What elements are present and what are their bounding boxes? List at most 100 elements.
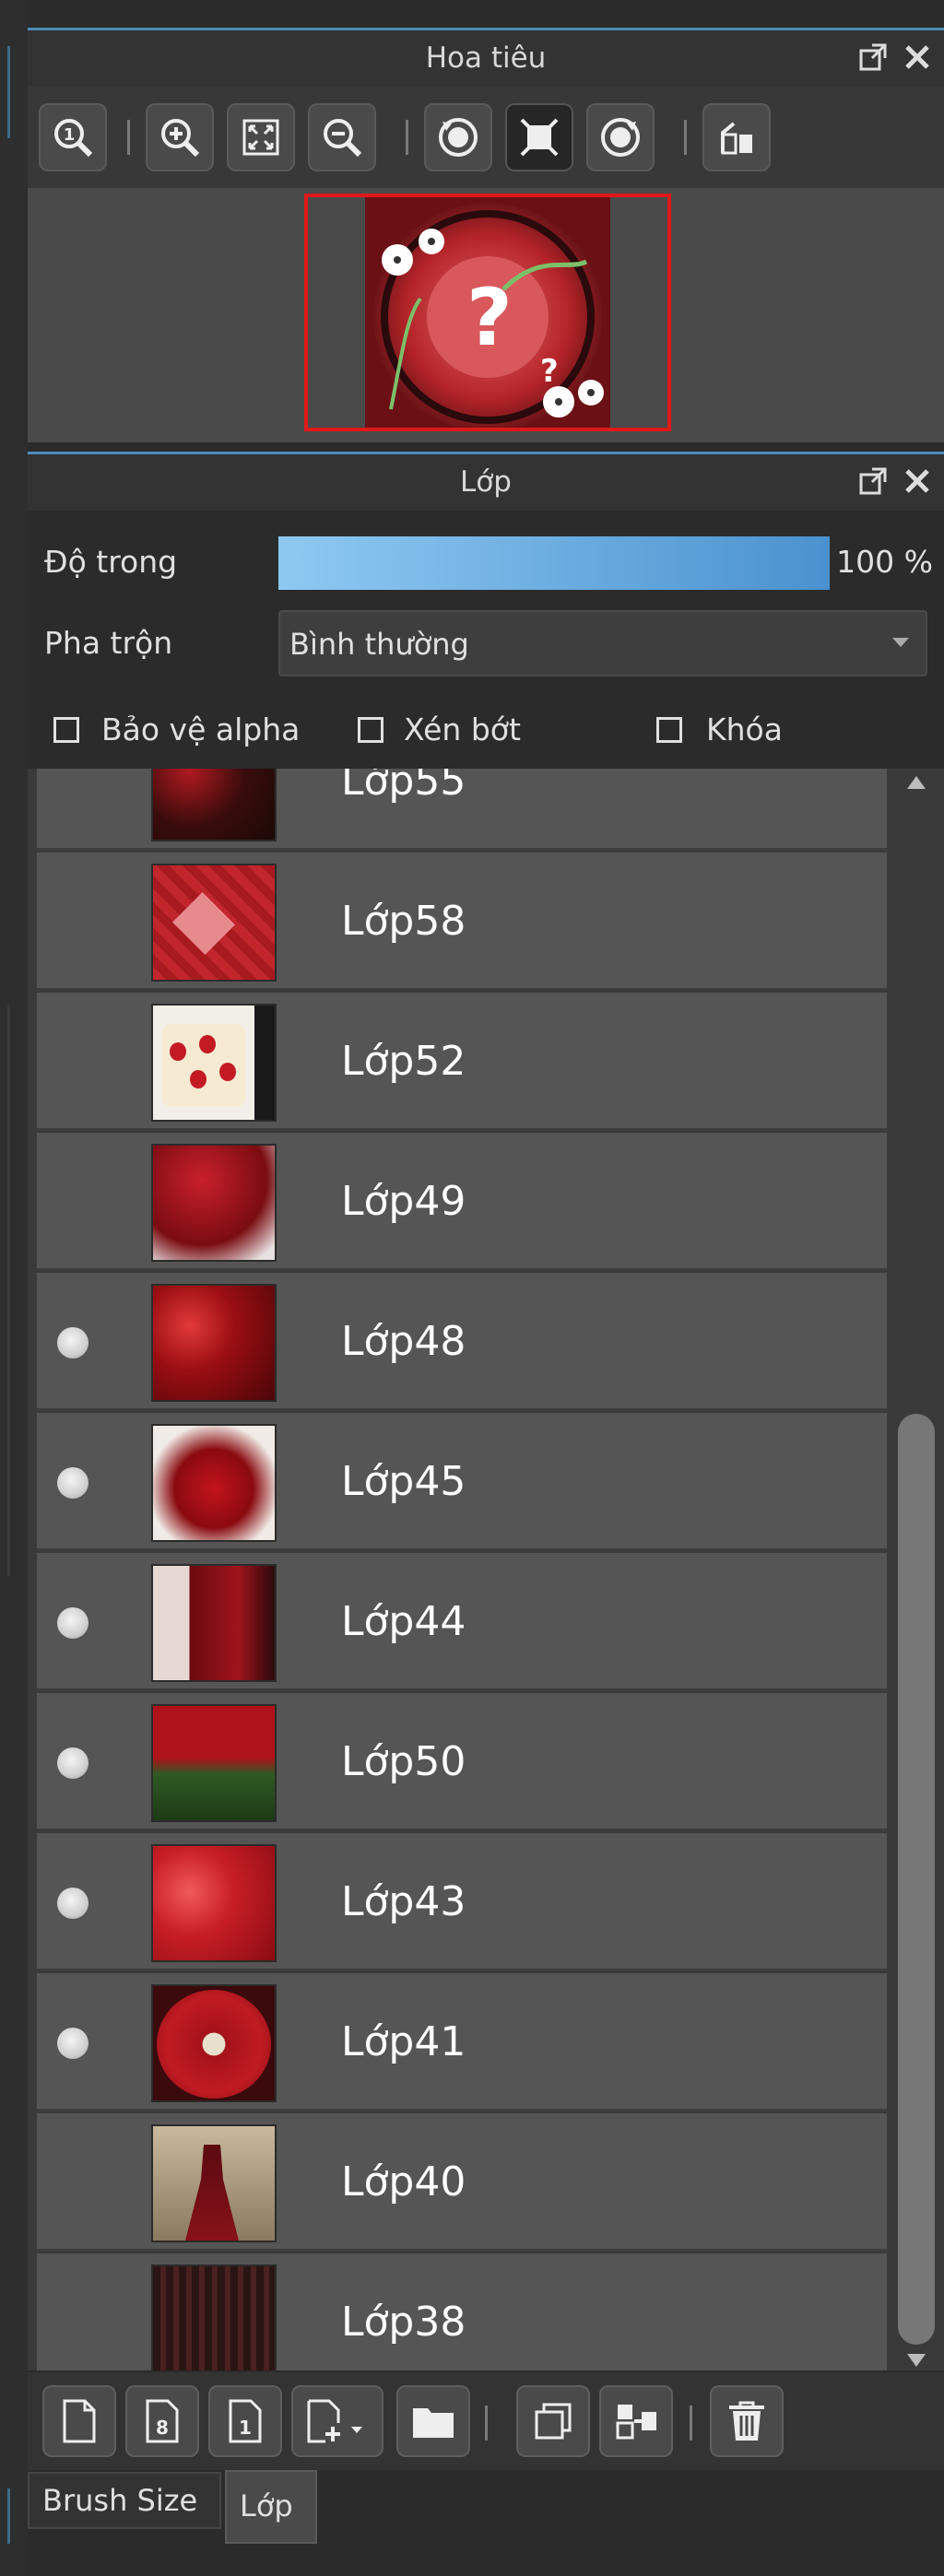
merge-layer-icon[interactable] [599,2385,673,2457]
add-layer-menu-icon[interactable] [291,2385,384,2457]
layer-row[interactable]: Lớp52 [37,993,887,1131]
tab-layers-label: Lớp [240,2488,293,2523]
layer-thumbnail [151,769,277,841]
layer-thumbnail [151,1284,277,1402]
flip-horizontal-icon[interactable] [702,103,771,171]
layer-row[interactable]: Lớp49 [37,1133,887,1271]
layer-name: Lớp43 [341,1878,466,1925]
blend-label: Pha trộn [44,625,173,661]
svg-text:8: 8 [156,2417,169,2439]
visibility-toggle-icon[interactable] [57,1888,88,1919]
chevron-down-icon [892,638,909,647]
layer-row[interactable]: Lớp48 [37,1273,887,1411]
undock-icon[interactable] [857,465,892,500]
layer-row[interactable]: Lớp38 [37,2253,887,2370]
layer-thumbnail [151,1844,277,1962]
opacity-value: 100 % [836,544,933,580]
protect-alpha-label: Bảo vệ alpha [101,712,301,747]
view-rectangle[interactable]: ? ? [304,194,671,431]
scrollbar-thumb[interactable] [898,1414,935,2345]
opacity-slider[interactable] [278,536,830,590]
layer-name: Lớp48 [341,1318,466,1365]
layer-row[interactable]: Lớp50 [37,1693,887,1831]
layer-name: Lớp58 [341,898,466,945]
canvas-thumbnail: ? ? [365,197,610,428]
zoom-actual-icon[interactable]: 1 [39,103,107,171]
rotate-left-icon[interactable] [424,103,492,171]
new-folder-icon[interactable] [396,2385,470,2457]
navigator-toolbar: 1 [28,87,944,188]
blend-mode-value: Bình thường [289,627,469,662]
layer-row[interactable]: Lớp44 [37,1553,887,1691]
layer-name: Lớp44 [341,1598,466,1645]
new-8bit-layer-icon[interactable]: 8 [125,2385,199,2457]
layer-name: Lớp50 [341,1738,466,1785]
clip-checkbox[interactable] [358,717,384,743]
visibility-toggle-icon[interactable] [57,2028,88,2059]
layer-name: Lớp55 [341,769,466,805]
clip-label: Xén bớt [404,712,521,747]
layer-thumbnail [151,1144,277,1262]
navigator-header: Hoa tiêu [28,28,944,87]
fit-window-icon[interactable] [505,103,573,171]
scroll-down-icon[interactable] [907,2354,926,2367]
visibility-toggle-icon[interactable] [57,1747,88,1779]
layer-row[interactable]: Lớp43 [37,1833,887,1971]
lock-label: Khóa [706,712,783,747]
rotate-right-icon[interactable] [586,103,655,171]
layer-name: Lớp49 [341,1178,466,1225]
layer-thumbnail [151,1564,277,1682]
layer-name: Lớp52 [341,1038,466,1085]
blend-mode-select[interactable]: Bình thường [278,610,927,676]
svg-text:1: 1 [239,2417,252,2439]
navigator-panel: Hoa tiêu 1 ? ? [28,0,944,452]
layer-thumbnail [151,1004,277,1122]
tab-brush-size[interactable]: Brush Size [28,2472,221,2529]
zoom-out-icon[interactable] [308,103,376,171]
scroll-up-icon[interactable] [907,776,926,789]
close-icon[interactable] [902,41,937,76]
opacity-label: Độ trong [44,544,178,580]
lock-checkbox[interactable] [656,717,682,743]
layer-name: Lớp45 [341,1458,466,1505]
layer-name: Lớp41 [341,2018,466,2065]
undock-icon[interactable] [857,41,892,76]
layer-thumbnail [151,864,277,982]
layer-list-scrollbar[interactable] [892,769,940,2370]
edge-divider [7,46,10,138]
layer-row[interactable]: Lớp55 [37,769,887,851]
layer-row[interactable]: Lớp40 [37,2113,887,2252]
layer-thumbnail [151,1704,277,1822]
new-1bit-layer-icon[interactable]: 1 [208,2385,282,2457]
protect-alpha-checkbox[interactable] [53,717,79,743]
opacity-slider-fill [278,536,830,590]
visibility-toggle-icon[interactable] [57,1467,88,1499]
delete-layer-icon[interactable] [710,2385,784,2457]
layer-thumbnail [151,1424,277,1542]
close-icon[interactable] [902,465,937,500]
layers-panel: Lớp Độ trong 100 % Pha trộn Bình thường … [28,452,944,2576]
layer-row[interactable]: Lớp45 [37,1413,887,1551]
layer-name: Lớp40 [341,2158,466,2205]
navigator-preview-area: ? ? [28,188,944,442]
fit-screen-icon[interactable] [227,103,295,171]
svg-text:1: 1 [64,125,76,145]
visibility-toggle-icon[interactable] [57,1607,88,1639]
visibility-toggle-icon[interactable] [57,1327,88,1359]
layer-list: Lớp55 Lớp58 Lớp52 Lớp49 Lớp48 Lớp45 Lớp4… [28,769,944,2370]
tab-brush-size-label: Brush Size [42,2483,198,2518]
layers-title: Lớp [460,465,512,499]
layer-row[interactable]: Lớp58 [37,853,887,991]
duplicate-layer-icon[interactable] [516,2385,590,2457]
layer-toolbar: 8 1 [28,2372,944,2470]
layer-thumbnail [151,2124,277,2242]
layer-row[interactable]: Lớp41 [37,1973,887,2111]
layers-header: Lớp [28,452,944,511]
new-layer-icon[interactable] [42,2385,116,2457]
tab-layers[interactable]: Lớp [225,2470,317,2544]
layer-name: Lớp38 [341,2299,466,2346]
bottom-tab-bar: Brush Size Lớp [28,2470,944,2576]
edge-divider [7,2488,10,2544]
zoom-in-icon[interactable] [146,103,214,171]
edge-divider [7,1005,10,1576]
